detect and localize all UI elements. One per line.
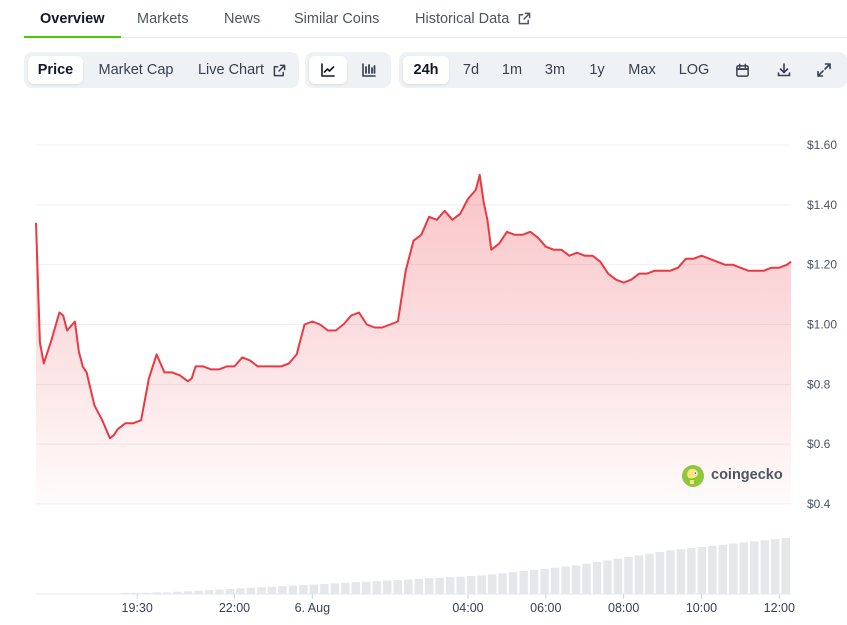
volume-bar [676,549,686,594]
y-tick-label: $1.20 [807,258,837,272]
volume-bar [655,552,665,594]
volume-bar [362,581,371,594]
volume-bar [424,578,434,594]
volume-bar [267,586,277,594]
volume-bar [246,587,256,594]
x-tick-label: 22:00 [219,601,250,615]
y-tick-label: $0.8 [807,377,831,391]
volume-bar [152,592,161,594]
volume-bar [624,557,633,594]
volume-bar [257,587,266,594]
volume-bar [309,584,319,594]
volume-bar [529,569,539,594]
volume-bar [330,583,340,594]
volume-bar [771,539,780,594]
y-tick-label: $1.60 [807,138,837,152]
volume-bar [404,579,413,594]
volume-bar [634,555,644,594]
volume-bar [236,588,245,594]
gecko-logo-icon [682,465,704,487]
x-tick-label: 6. Aug [295,601,330,615]
volume-bar [540,568,549,594]
x-tick-label: 12:00 [764,601,795,615]
volume-bar [781,538,790,594]
volume-bar [288,585,298,594]
volume-bar [729,543,738,594]
volume-bar [718,544,728,594]
volume-bar [131,592,140,594]
volume-bar [141,592,151,594]
volume-bar [687,548,696,594]
volume-bar [571,565,581,594]
volume-bar [120,592,130,594]
price-area-fill [36,174,791,504]
volume-bar [582,563,591,594]
y-tick-label: $1.00 [807,318,837,332]
volume-bar [320,583,329,594]
volume-bar [173,591,182,594]
x-tick-label: 08:00 [608,601,639,615]
volume-bar [393,580,403,594]
y-tick-label: $0.4 [807,497,831,511]
volume-bar [162,592,172,594]
volume-bar [47,593,56,594]
volume-bar [487,574,497,594]
x-tick-label: 04:00 [452,601,483,615]
volume-bar [561,566,570,594]
volume-bar [550,567,560,594]
volume-bar [57,593,67,594]
x-tick-label: 10:00 [686,601,717,615]
volume-bar [603,560,612,594]
y-tick-label: $1.40 [807,198,837,212]
volume-bar [466,576,476,594]
volume-bar [99,593,109,594]
volume-bar [183,591,193,594]
volume-bar [68,593,77,594]
watermark-text: coingecko [711,467,783,483]
y-tick-label: $0.6 [807,437,831,451]
volume-bar [341,582,350,594]
x-tick-label: 06:00 [530,601,561,615]
volume-bar [708,545,717,594]
volume-bar [750,541,759,594]
volume-bar [299,585,308,594]
volume-bar [37,593,46,594]
volume-bar [435,577,444,594]
volume-bar [414,578,423,594]
volume-bar [645,553,654,594]
volume-bar [78,593,88,594]
volume-bar [739,542,749,594]
volume-bar [383,580,392,594]
volume-bar [351,582,361,594]
volume-bar [278,586,287,594]
volume-bar [215,589,224,594]
volume-bar [456,576,465,594]
volume-bar [508,572,518,594]
volume-bar [194,590,203,594]
volume-bar [477,575,486,594]
volume-bar [498,573,507,594]
volume-bar [372,581,382,594]
x-tick-label: 19:30 [122,601,153,615]
volume-bar [666,550,675,594]
volume-bar [519,571,528,594]
price-chart[interactable]: $0.4 $0.6 $0.8 $1.00 $1.20 $1.40 $1.60 19:30 22… [0,0,847,625]
volume-bar [613,558,623,594]
volume-bar [225,588,235,594]
volume-bar [760,540,770,594]
volume-bar [110,593,119,594]
volume-bar [697,546,707,594]
volume-bar [592,562,602,594]
volume-bar [204,590,214,594]
volume-bar [89,593,98,594]
volume-bar [445,577,455,594]
